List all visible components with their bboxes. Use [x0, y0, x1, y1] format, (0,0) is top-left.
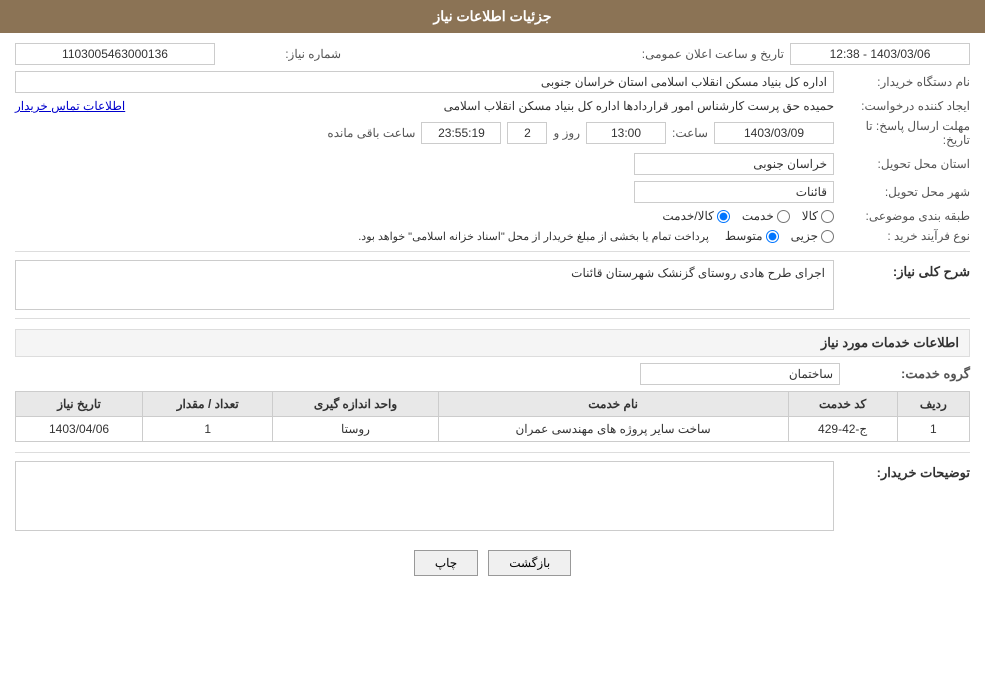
back-button[interactable]: بازگشت [488, 550, 571, 576]
garoh-khadamat-value: ساختمان [640, 363, 840, 385]
sharh-value: اجرای طرح هادی روستای گزنشک شهرستان قائن… [571, 266, 825, 280]
tarikh-ersal-time: 13:00 [586, 122, 666, 144]
noefarayand-motovaset-option[interactable]: متوسط [725, 229, 779, 243]
table-row: 1ج-42-429ساخت سایر پروژه های مهندسی عمرا… [16, 417, 970, 442]
col-radif: ردیف [897, 392, 969, 417]
shomareNiaz-label: شماره نیاز: [221, 47, 341, 61]
table-cell-0-3: روستا [273, 417, 438, 442]
tarikh-ersal-remain-label: ساعت باقی مانده [327, 126, 415, 140]
table-cell-0-0: 1 [897, 417, 969, 442]
ostan-value: خراسان جنوبی [634, 153, 834, 175]
table-cell-0-1: ج-42-429 [788, 417, 897, 442]
page-title: جزئیات اطلاعات نیاز [433, 8, 551, 24]
garoh-khadamat-label: گروه خدمت: [840, 366, 970, 382]
noefarayand-radio-group: جزیی متوسط [725, 229, 834, 243]
col-kod: کد خدمت [788, 392, 897, 417]
print-button[interactable]: چاپ [414, 550, 478, 576]
noefarayand-label: نوع فرآیند خرید : [840, 229, 970, 243]
namDastgah-value: اداره کل بنیاد مسکن انقلاب اسلامی استان … [15, 71, 834, 93]
tarikh-ersal-day-label: روز و [553, 126, 580, 140]
noefarayand-jozi-radio[interactable] [821, 230, 834, 243]
services-table: ردیف کد خدمت نام خدمت واحد اندازه گیری ت… [15, 391, 970, 442]
tabaqe-khadamat-radio[interactable] [777, 210, 790, 223]
col-tarikh: تاریخ نیاز [16, 392, 143, 417]
tarikh-ersal-days: 2 [507, 122, 547, 144]
tabaqe-kala-khadamat-radio[interactable] [717, 210, 730, 223]
divider-2 [15, 318, 970, 319]
tarikh-ersal-label: مهلت ارسال پاسخ: تا تاریخ: [840, 119, 970, 147]
button-row: بازگشت چاپ [15, 550, 970, 576]
namDastgah-label: نام دستگاه خریدار: [840, 75, 970, 89]
noefarayand-motovaset-label: متوسط [725, 229, 763, 243]
noefarayand-jozi-label: جزیی [791, 229, 818, 243]
tabaqe-khadamat-option[interactable]: خدمت [742, 209, 790, 223]
divider-1 [15, 251, 970, 252]
shahr-value: قائنات [634, 181, 834, 203]
ijadKonande-label: ایجاد کننده درخواست: [840, 99, 970, 113]
col-nam: نام خدمت [438, 392, 788, 417]
col-tedad: تعداد / مقدار [143, 392, 273, 417]
table-cell-0-4: 1 [143, 417, 273, 442]
shomareNiaz-value: 1103005463000136 [15, 43, 215, 65]
ijadKonande-value: حمیده حق پرست کارشناس امور قراردادها ادا… [131, 99, 834, 113]
col-vahed: واحد اندازه گیری [273, 392, 438, 417]
tabaqe-kala-radio[interactable] [821, 210, 834, 223]
garoh-khadamat-row: گروه خدمت: ساختمان [15, 363, 970, 385]
sharh-label: شرح کلی نیاز: [840, 260, 970, 280]
ostan-label: استان محل تحویل: [840, 157, 970, 171]
tabaqe-kala-label: کالا [802, 209, 818, 223]
tarikh-elan-label: تاریخ و ساعت اعلان عمومی: [642, 47, 784, 61]
ijadKonande-link[interactable]: اطلاعات تماس خریدار [15, 99, 125, 113]
tozihat-label: توضیحات خریدار: [840, 461, 970, 481]
tabaqe-kala-option[interactable]: کالا [802, 209, 834, 223]
divider-3 [15, 452, 970, 453]
tarikh-ersal-time-label: ساعت: [672, 126, 708, 140]
tabaqe-label: طبقه بندی موضوعی: [840, 209, 970, 223]
tarikh-elan-value: 1403/03/06 - 12:38 [790, 43, 970, 65]
tarikh-ersal-remain: 23:55:19 [421, 122, 501, 144]
shahr-label: شهر محل تحویل: [840, 185, 970, 199]
noefarayand-notice: پرداخت تمام یا بخشی از مبلغ خریدار از مح… [358, 230, 709, 243]
tozihat-textarea[interactable] [15, 461, 834, 531]
page-header: جزئیات اطلاعات نیاز [0, 0, 985, 33]
tabaqe-kala-khadamat-option[interactable]: کالا/خدمت [662, 209, 729, 223]
sharh-value-box: اجرای طرح هادی روستای گزنشک شهرستان قائن… [15, 260, 834, 310]
noefarayand-motovaset-radio[interactable] [766, 230, 779, 243]
table-cell-0-2: ساخت سایر پروژه های مهندسی عمران [438, 417, 788, 442]
tarikh-ersal-date: 1403/03/09 [714, 122, 834, 144]
khadamat-info-title: اطلاعات خدمات مورد نیاز [15, 329, 970, 357]
noefarayand-jozi-option[interactable]: جزیی [791, 229, 834, 243]
tabaqe-khadamat-label: خدمت [742, 209, 774, 223]
table-cell-0-5: 1403/04/06 [16, 417, 143, 442]
tabaqe-kala-khadamat-label: کالا/خدمت [662, 209, 713, 223]
tabaqe-radio-group: کالا خدمت کالا/خدمت [662, 209, 834, 223]
